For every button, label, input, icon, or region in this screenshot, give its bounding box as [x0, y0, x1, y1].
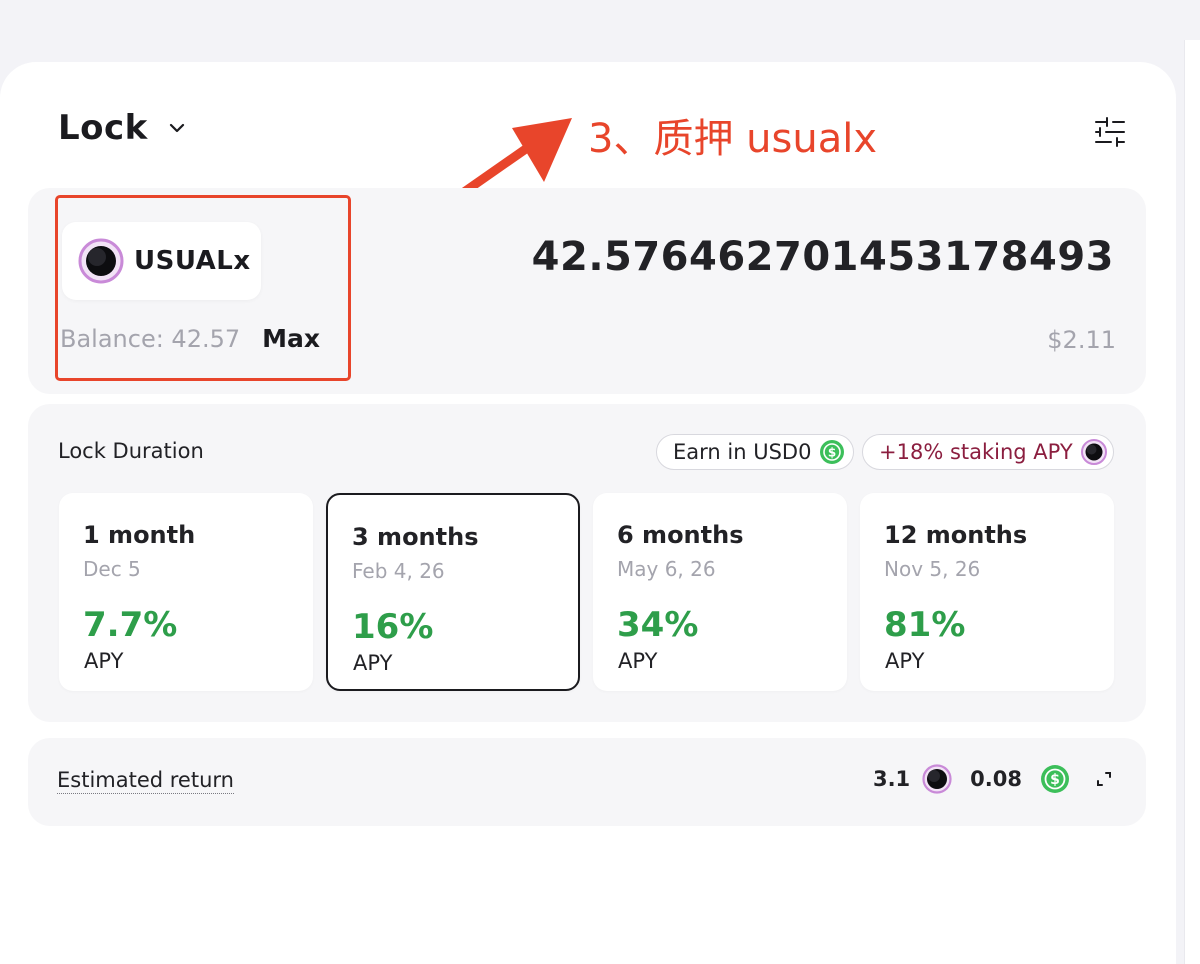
duration-title: 6 months — [617, 521, 744, 549]
usd-value: $2.11 — [1047, 326, 1116, 354]
duration-option-1-month[interactable]: 1 month Dec 5 7.7% APY — [59, 493, 313, 691]
duration-title: 3 months — [352, 523, 479, 551]
estimated-return-values: 3.1 0.08 $ — [873, 764, 1112, 794]
earn-in-usd0-badge: Earn in USD0 $ — [656, 434, 854, 470]
usd0-token-icon: $ — [1041, 765, 1069, 793]
token-name: USUALx — [134, 246, 251, 276]
apy-label: APY — [353, 651, 393, 675]
balance-label: Balance: 42.57 — [60, 325, 241, 353]
annotation-text: 3、质押 usualx — [588, 116, 878, 162]
usualx-token-icon — [78, 238, 124, 284]
estimated-return-label[interactable]: Estimated return — [57, 768, 234, 794]
apy-value: 7.7% — [83, 605, 178, 645]
duration-title: 12 months — [884, 521, 1028, 549]
apy-label: APY — [84, 649, 124, 673]
unlock-date: Feb 4, 26 — [352, 559, 445, 583]
usualx-token-icon — [922, 764, 952, 794]
balance-row: Balance: 42.57 Max — [60, 324, 320, 353]
token-selector[interactable]: USUALx — [62, 222, 261, 300]
apy-value: 16% — [352, 607, 434, 647]
svg-text:$: $ — [1050, 772, 1060, 788]
max-button[interactable]: Max — [262, 324, 320, 353]
adjacent-panel-edge — [1184, 40, 1200, 964]
staking-apy-badge: +18% staking APY — [862, 434, 1114, 470]
usualx-token-icon — [1080, 439, 1107, 465]
usualx-return-amount: 3.1 — [872, 767, 911, 791]
lock-duration-label: Lock Duration — [58, 439, 204, 463]
duration-option-12-months[interactable]: 12 months Nov 5, 26 81% APY — [860, 493, 1114, 691]
apy-value: 34% — [617, 605, 699, 645]
apy-label: APY — [885, 649, 925, 673]
unlock-date: May 6, 26 — [617, 557, 716, 581]
duration-title: 1 month — [83, 521, 196, 549]
earn-badge-label: Earn in USD0 — [673, 440, 812, 464]
apy-label: APY — [618, 649, 658, 673]
unlock-date: Nov 5, 26 — [884, 557, 981, 581]
amount-input[interactable]: 42.576462701453178493 — [532, 234, 1114, 280]
usd0-return-amount: 0.08 — [970, 767, 1022, 791]
page: Lock 3、质押 usualx USUALx Balance: 42.57 M — [0, 0, 1200, 964]
duration-option-6-months[interactable]: 6 months May 6, 26 34% APY — [593, 493, 847, 691]
expand-icon[interactable] — [1096, 771, 1112, 787]
apy-value: 81% — [884, 605, 966, 645]
lock-mode-selector[interactable]: Lock — [58, 108, 186, 148]
usd0-token-icon: $ — [820, 440, 845, 464]
duration-option-3-months[interactable]: 3 months Feb 4, 26 16% APY — [326, 493, 580, 691]
sliders-icon[interactable] — [1094, 116, 1126, 148]
unlock-date: Dec 5 — [83, 557, 141, 581]
page-title: Lock — [58, 108, 148, 148]
svg-text:$: $ — [828, 446, 836, 460]
staking-badge-label: +18% staking APY — [879, 440, 1073, 464]
chevron-down-icon — [169, 123, 184, 133]
